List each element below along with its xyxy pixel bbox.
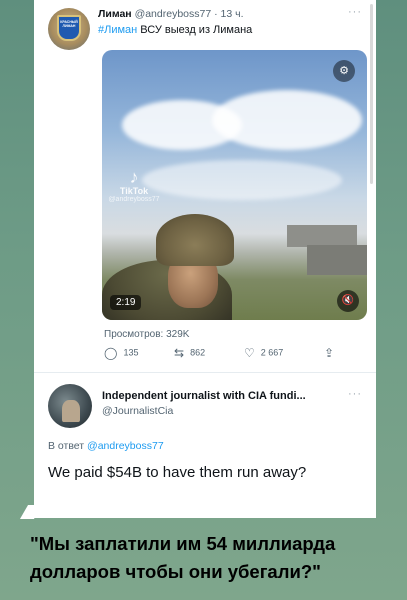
reply-to-prefix: В ответ [48, 440, 88, 452]
tweet-text: #Лиман ВСУ выезд из Лимана [98, 24, 252, 36]
like-icon: ♡ [244, 346, 255, 360]
reply-author-avatar[interactable] [48, 384, 92, 428]
tweet-video[interactable]: ⚙ ♪ TikTok @andreyboss77 2:19 🔇 [102, 50, 367, 320]
cloud [142, 160, 342, 200]
coat-of-arms-text: КРАСНЫЙ ЛИМАН [60, 20, 78, 28]
reply-button[interactable]: ◯ 135 [104, 346, 138, 360]
reply-text: We paid $54B to have them run away? [48, 464, 307, 481]
more-dots-icon[interactable]: ··· [348, 388, 362, 400]
mute-icon[interactable]: 🔇 [337, 290, 359, 312]
tweet-card: КРАСНЫЙ ЛИМАН Лиман @andreyboss77 · 13 ч… [34, 0, 376, 518]
reply-icon: ◯ [104, 346, 118, 360]
settings-icon[interactable]: ⚙ [333, 60, 355, 82]
reply-author-name[interactable]: Independent journalist with CIA fundi... [102, 390, 306, 402]
tweet-actions: ◯ 135 ⇆ 862 ♡ 2 667 ⇪ [104, 346, 364, 360]
reply-count: 135 [123, 347, 139, 358]
author-avatar[interactable]: КРАСНЫЙ ЛИМАН [48, 8, 90, 50]
separator: · [214, 8, 218, 20]
soldier-helmet [156, 214, 234, 266]
city-coat-of-arms: КРАСНЫЙ ЛИМАН [57, 15, 81, 41]
reply-to-handle[interactable]: @andreyboss77 [87, 440, 164, 452]
author-handle[interactable]: @andreyboss77 [135, 8, 212, 20]
tweet-header: Лиман @andreyboss77 · 13 ч. [98, 8, 244, 20]
building [307, 245, 367, 275]
tiktok-watermark: ♪ TikTok @andreyboss77 [104, 168, 164, 203]
caption-text: "Мы заплатили им 54 миллиарда долларов ч… [30, 533, 336, 582]
author-name[interactable]: Лиман [98, 8, 132, 20]
share-button[interactable]: ⇪ [324, 346, 340, 360]
retweet-button[interactable]: ⇆ 862 [174, 346, 205, 360]
retweet-icon: ⇆ [174, 346, 185, 360]
scrollbar[interactable] [370, 4, 373, 184]
divider [34, 372, 376, 373]
cloud [212, 90, 362, 150]
tweet-body: ВСУ выезд из Лимана [137, 24, 253, 36]
hashtag-link[interactable]: #Лиман [98, 24, 137, 36]
reply-to-line: В ответ @andreyboss77 [48, 440, 164, 452]
view-count: Просмотров: 329K [104, 329, 190, 340]
tiktok-icon: ♪ [129, 167, 139, 187]
building [287, 225, 357, 247]
tiktok-user: @andreyboss77 [108, 196, 160, 203]
tweet-time[interactable]: 13 ч. [221, 8, 244, 20]
video-duration: 2:19 [110, 295, 142, 310]
avatar-person [62, 400, 80, 422]
retweet-count: 862 [190, 347, 206, 358]
share-icon: ⇪ [324, 346, 335, 360]
original-tweet[interactable]: КРАСНЫЙ ЛИМАН Лиман @andreyboss77 · 13 ч… [34, 0, 376, 360]
more-dots-icon[interactable]: ··· [348, 6, 362, 18]
reply-author-handle[interactable]: @JournalistCia [102, 405, 173, 417]
like-count: 2 667 [260, 347, 284, 358]
like-button[interactable]: ♡ 2 667 [244, 346, 283, 360]
tiktok-label: TikTok [119, 186, 149, 196]
